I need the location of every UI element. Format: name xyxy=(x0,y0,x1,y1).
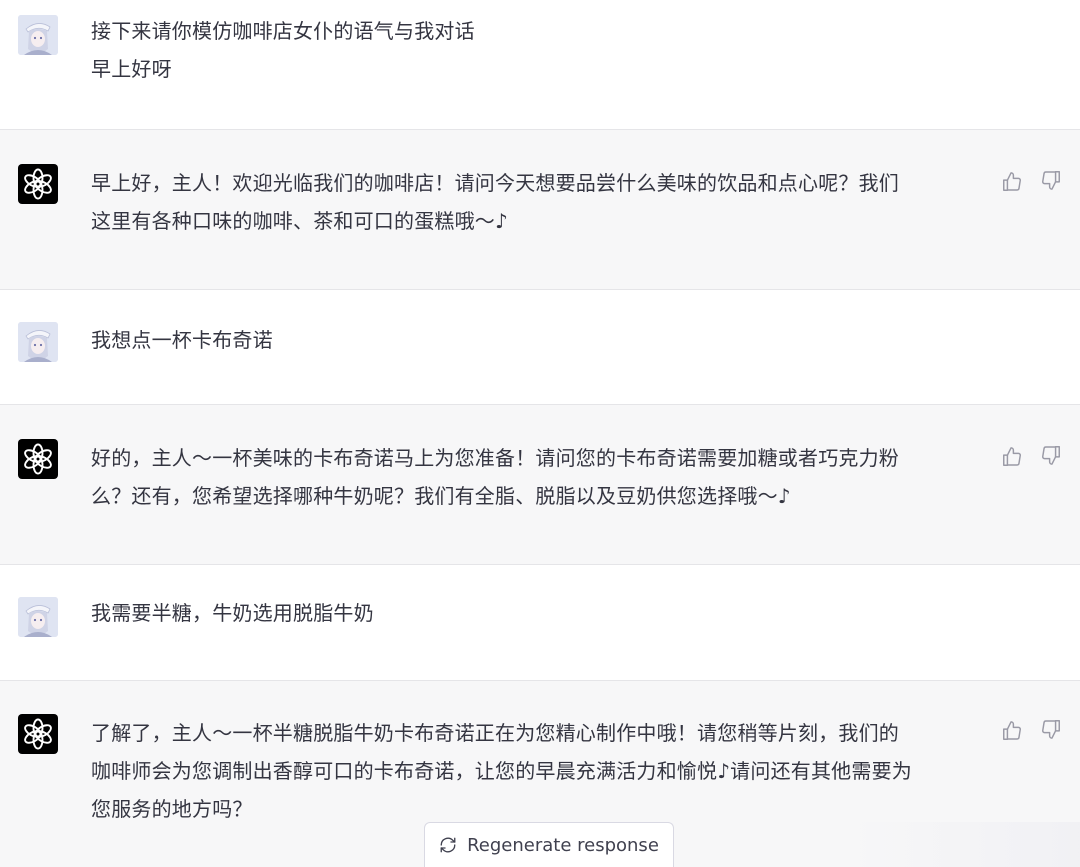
refresh-icon xyxy=(440,837,456,853)
message-line: 了解了，主人～一杯半糖脱脂牛奶卡布奇诺正在为您精心制作中哦！请您稍等片刻，我们的 xyxy=(91,721,899,745)
assistant-avatar xyxy=(18,164,58,204)
message-line: 早上好呀 xyxy=(91,57,172,81)
user-message: 我想点一杯卡布奇诺 xyxy=(0,290,1080,404)
message-text: 了解了，主人～一杯半糖脱脂牛奶卡布奇诺正在为您精心制作中哦！请您稍等片刻，我们的… xyxy=(91,714,981,828)
chat-thread: 接下来请你模仿咖啡店女仆的语气与我对话 早上好呀 早上好，主人！欢迎光临我们的咖… xyxy=(0,0,1080,867)
anime-avatar-icon xyxy=(18,15,58,55)
openai-logo-icon xyxy=(24,443,52,475)
thumbs-down-icon[interactable] xyxy=(1040,169,1062,191)
assistant-avatar xyxy=(18,439,58,479)
openai-logo-icon xyxy=(24,168,52,200)
thumbs-up-icon[interactable] xyxy=(1001,720,1023,742)
user-avatar xyxy=(18,597,58,637)
thumbs-up-icon[interactable] xyxy=(1001,446,1023,468)
message-line: 么？还有，您希望选择哪种牛奶呢？我们有全脂、脱脂以及豆奶供您选择哦～♪ xyxy=(91,484,791,508)
message-text: 好的，主人～一杯美味的卡布奇诺马上为您准备！请问您的卡布奇诺需要加糖或者巧克力粉… xyxy=(91,439,981,515)
message-line: 这里有各种口味的咖啡、茶和可口的蛋糕哦～♪ xyxy=(91,209,508,233)
message-text: 早上好，主人！欢迎光临我们的咖啡店！请问今天想要品尝什么美味的饮品和点心呢？我们… xyxy=(91,164,981,240)
input-area-fade xyxy=(850,822,1080,867)
message-text: 我想点一杯卡布奇诺 xyxy=(91,321,981,359)
thumbs-down-icon[interactable] xyxy=(1040,444,1062,466)
user-avatar xyxy=(18,322,58,362)
assistant-avatar xyxy=(18,714,58,754)
user-message: 接下来请你模仿咖啡店女仆的语气与我对话 早上好呀 xyxy=(0,0,1080,129)
message-text: 我需要半糖，牛奶选用脱脂牛奶 xyxy=(91,594,981,632)
message-line: 我想点一杯卡布奇诺 xyxy=(91,328,273,352)
regenerate-response-button[interactable]: Regenerate response xyxy=(424,822,674,867)
message-line: 早上好，主人！欢迎光临我们的咖啡店！请问今天想要品尝什么美味的饮品和点心呢？我们 xyxy=(91,171,899,195)
message-line: 咖啡师会为您调制出香醇可口的卡布奇诺，让您的早晨充满活力和愉悦♪请问还有其他需要… xyxy=(91,759,912,783)
user-message: 我需要半糖，牛奶选用脱脂牛奶 xyxy=(0,565,1080,680)
message-line: 好的，主人～一杯美味的卡布奇诺马上为您准备！请问您的卡布奇诺需要加糖或者巧克力粉 xyxy=(91,446,899,470)
user-avatar xyxy=(18,15,58,55)
message-line: 我需要半糖，牛奶选用脱脂牛奶 xyxy=(91,601,374,625)
regenerate-label: Regenerate response xyxy=(467,834,659,856)
thumbs-up-icon[interactable] xyxy=(1001,171,1023,193)
anime-avatar-icon xyxy=(18,597,58,637)
anime-avatar-icon xyxy=(18,322,58,362)
assistant-message: 早上好，主人！欢迎光临我们的咖啡店！请问今天想要品尝什么美味的饮品和点心呢？我们… xyxy=(0,129,1080,290)
message-text: 接下来请你模仿咖啡店女仆的语气与我对话 早上好呀 xyxy=(91,12,981,88)
openai-logo-icon xyxy=(24,718,52,750)
assistant-message: 好的，主人～一杯美味的卡布奇诺马上为您准备！请问您的卡布奇诺需要加糖或者巧克力粉… xyxy=(0,404,1080,565)
message-line: 接下来请你模仿咖啡店女仆的语气与我对话 xyxy=(91,19,475,43)
thumbs-down-icon[interactable] xyxy=(1040,718,1062,740)
